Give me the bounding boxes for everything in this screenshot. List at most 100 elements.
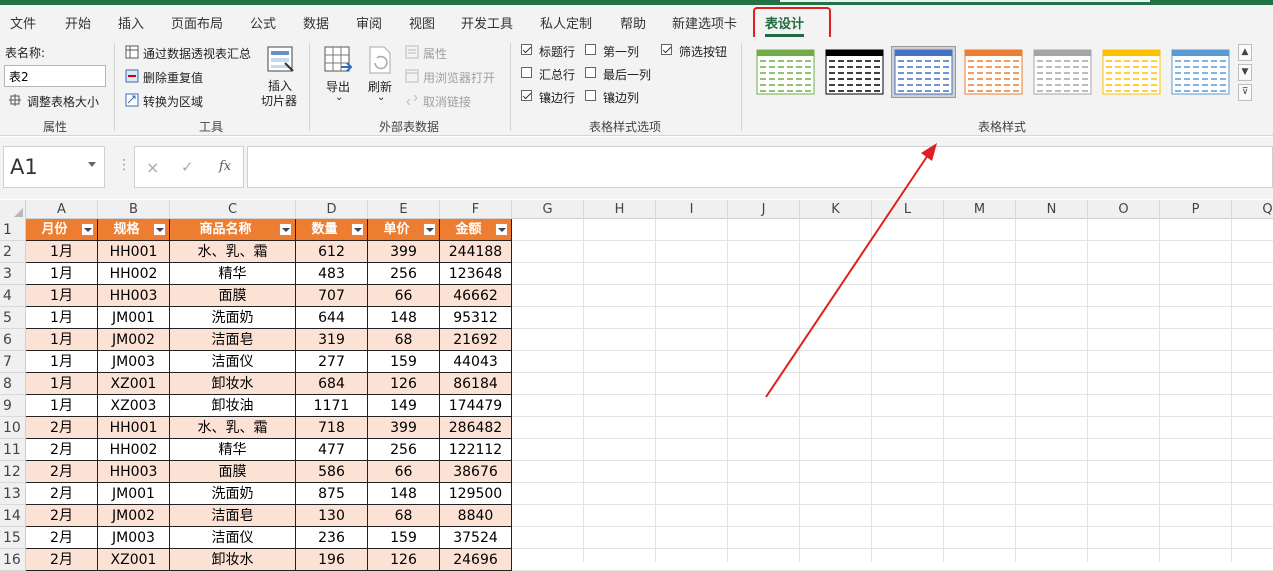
table-cell[interactable]: JM002 [98, 505, 170, 527]
column-header-b[interactable]: B [98, 200, 170, 219]
table-cell[interactable]: 148 [368, 483, 440, 505]
table-style-thumb[interactable] [1100, 47, 1163, 97]
tab-private-custom[interactable]: 私人定制 [540, 13, 592, 32]
table-cell[interactable]: 1月 [26, 241, 98, 263]
tab-help[interactable]: 帮助 [620, 13, 646, 32]
worksheet-grid[interactable]: ABCDEFGHIJKLMNOPQ 1 2 3 4 5 6 7 8 9 10 11 12 13 14 15 1… [0, 200, 1273, 571]
table-cell[interactable]: 2月 [26, 483, 98, 505]
table-cell[interactable]: 123648 [440, 263, 512, 285]
external-properties-button[interactable]: 属性 [423, 45, 447, 62]
column-header-i[interactable]: I [656, 200, 728, 219]
table-cell[interactable]: 洗面奶 [170, 483, 296, 505]
table-cell[interactable]: 2月 [26, 505, 98, 527]
column-header-h[interactable]: H [584, 200, 656, 219]
table-cell[interactable]: 1171 [296, 395, 368, 417]
tab-home[interactable]: 开始 [65, 13, 91, 32]
row-header-9[interactable]: 9 [0, 395, 26, 417]
table-header-cell[interactable]: 规格 [98, 219, 170, 241]
table-cell[interactable]: 684 [296, 373, 368, 395]
table-cell[interactable]: 95312 [440, 307, 512, 329]
table-style-thumb[interactable] [891, 46, 956, 98]
filter-button-checkbox[interactable] [661, 44, 672, 55]
row-header-4[interactable]: 4 [0, 285, 26, 307]
table-cell[interactable]: 236 [296, 527, 368, 549]
table-cell[interactable]: 38676 [440, 461, 512, 483]
table-header-cell[interactable]: 商品名称 [170, 219, 296, 241]
row-header-16[interactable]: 16 [0, 549, 26, 571]
tab-formulas[interactable]: 公式 [250, 13, 276, 32]
table-cell[interactable]: XZ001 [98, 373, 170, 395]
row-header-1[interactable]: 1 [0, 219, 26, 241]
export-dropdown-icon[interactable]: ⌄ [335, 92, 343, 103]
table-cell[interactable]: 2月 [26, 461, 98, 483]
table-cell[interactable]: 148 [368, 307, 440, 329]
table-style-thumb[interactable] [823, 47, 886, 97]
table-cell[interactable]: 644 [296, 307, 368, 329]
table-cell[interactable]: 21692 [440, 329, 512, 351]
table-cell[interactable]: JM001 [98, 483, 170, 505]
tab-developer[interactable]: 开发工具 [461, 13, 513, 32]
first-column-checkbox[interactable] [585, 44, 596, 55]
table-style-thumb[interactable] [962, 47, 1025, 97]
column-header-j[interactable]: J [728, 200, 800, 219]
table-cell[interactable]: 126 [368, 549, 440, 571]
insert-function-icon[interactable]: fx [219, 159, 231, 174]
table-cell[interactable]: 66 [368, 461, 440, 483]
table-cell[interactable]: 洗面奶 [170, 307, 296, 329]
table-cell[interactable]: 水、乳、霜 [170, 241, 296, 263]
table-cell[interactable]: 2月 [26, 549, 98, 571]
row-header-6[interactable]: 6 [0, 329, 26, 351]
table-cell[interactable]: 875 [296, 483, 368, 505]
table-cell[interactable]: JM001 [98, 307, 170, 329]
convert-range-button[interactable]: 转换为区域 [143, 93, 203, 110]
name-box-dropdown-icon[interactable] [88, 162, 96, 167]
table-cell[interactable]: XZ001 [98, 549, 170, 571]
table-cell[interactable]: 2月 [26, 417, 98, 439]
gallery-scroll-up-icon[interactable]: ▲ [1238, 44, 1252, 61]
table-cell[interactable]: XZ003 [98, 395, 170, 417]
filter-dropdown-icon[interactable] [279, 223, 292, 236]
table-cell[interactable]: 244188 [440, 241, 512, 263]
table-cell[interactable]: 44043 [440, 351, 512, 373]
row-header-2[interactable]: 2 [0, 241, 26, 263]
tab-review[interactable]: 审阅 [356, 13, 382, 32]
filter-dropdown-icon[interactable] [495, 223, 508, 236]
table-cell[interactable]: 水、乳、霜 [170, 417, 296, 439]
table-header-cell[interactable]: 金额 [440, 219, 512, 241]
table-cell[interactable]: 196 [296, 549, 368, 571]
table-header-cell[interactable]: 单价 [368, 219, 440, 241]
last-column-checkbox[interactable] [585, 67, 596, 78]
table-cell[interactable]: 159 [368, 527, 440, 549]
column-header-e[interactable]: E [368, 200, 440, 219]
table-cell[interactable]: HH002 [98, 263, 170, 285]
column-header-l[interactable]: L [872, 200, 944, 219]
filter-dropdown-icon[interactable] [153, 223, 166, 236]
table-cell[interactable]: JM003 [98, 527, 170, 549]
column-header-m[interactable]: M [944, 200, 1016, 219]
table-cell[interactable]: 2月 [26, 527, 98, 549]
unlink-button[interactable]: 取消链接 [423, 93, 471, 110]
table-cell[interactable]: 面膜 [170, 285, 296, 307]
table-cell[interactable]: 卸妆水 [170, 549, 296, 571]
table-cell[interactable]: 68 [368, 505, 440, 527]
table-cell[interactable]: JM002 [98, 329, 170, 351]
column-header-n[interactable]: N [1016, 200, 1088, 219]
table-cell[interactable]: 1月 [26, 329, 98, 351]
column-header-k[interactable]: K [800, 200, 872, 219]
row-header-3[interactable]: 3 [0, 263, 26, 285]
table-cell[interactable]: 1月 [26, 285, 98, 307]
table-cell[interactable]: 122112 [440, 439, 512, 461]
column-header-g[interactable]: G [512, 200, 584, 219]
table-style-thumb[interactable] [1169, 47, 1232, 97]
table-cell[interactable]: 46662 [440, 285, 512, 307]
table-cell[interactable]: 精华 [170, 439, 296, 461]
table-cell[interactable]: 399 [368, 417, 440, 439]
table-cell[interactable]: 477 [296, 439, 368, 461]
table-cell[interactable]: 卸妆油 [170, 395, 296, 417]
table-cell[interactable]: 256 [368, 439, 440, 461]
tab-new-tab[interactable]: 新建选项卡 [672, 13, 737, 32]
tab-page-layout[interactable]: 页面布局 [171, 13, 223, 32]
table-header-cell[interactable]: 数量 [296, 219, 368, 241]
table-cell[interactable]: 洁面仪 [170, 351, 296, 373]
table-cell[interactable]: 68 [368, 329, 440, 351]
